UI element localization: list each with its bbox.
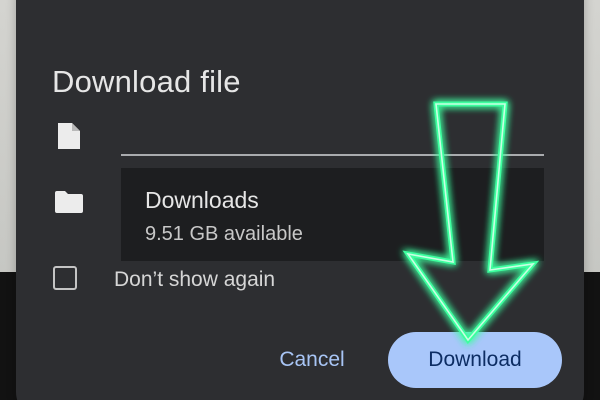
file-icon bbox=[58, 123, 80, 149]
folder-icon bbox=[55, 191, 83, 213]
dialog-title: Download file bbox=[52, 64, 241, 99]
download-location-selector[interactable]: Downloads 9.51 GB available bbox=[121, 168, 544, 261]
download-button[interactable]: Download bbox=[388, 332, 562, 388]
location-name: Downloads bbox=[145, 187, 259, 213]
dont-show-again-checkbox[interactable] bbox=[53, 266, 77, 290]
dont-show-again-label[interactable]: Don’t show again bbox=[114, 268, 275, 292]
filename-field[interactable] bbox=[121, 112, 544, 156]
cancel-button[interactable]: Cancel bbox=[252, 334, 372, 386]
location-available-space: 9.51 GB available bbox=[145, 223, 303, 245]
